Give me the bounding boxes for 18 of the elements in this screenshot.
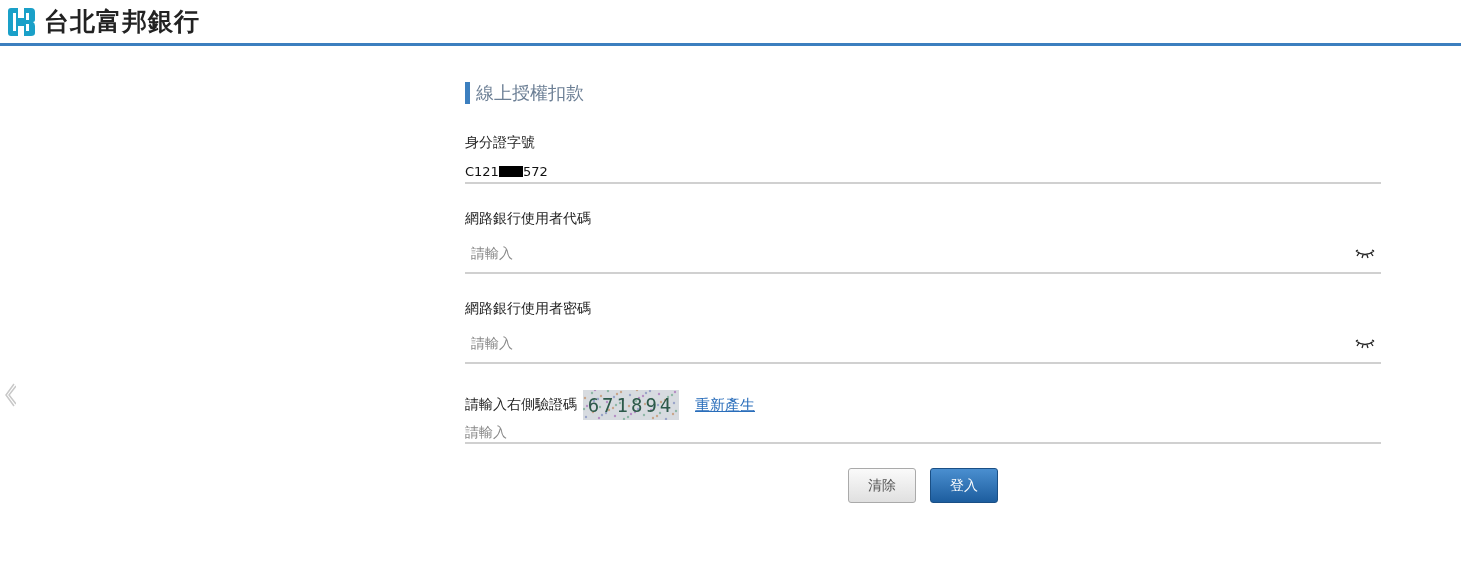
- input-field[interactable]: 請輸入: [465, 236, 1381, 274]
- regenerate-link[interactable]: 重新產生: [695, 395, 755, 415]
- closed-eye-icon[interactable]: [1355, 249, 1375, 259]
- section-title: 線上授權扣款: [465, 82, 1381, 104]
- field-label: 身分證字號: [465, 134, 536, 152]
- field-label: 網路銀行使用者代碼: [465, 210, 592, 228]
- captcha-image: 671894: [583, 390, 679, 420]
- bank-logo-icon: [6, 6, 36, 37]
- redaction-bar: [498, 165, 523, 177]
- clear-button[interactable]: 清除: [848, 468, 916, 503]
- login-button[interactable]: 登入: [930, 468, 998, 503]
- input-field[interactable]: 請輸入: [465, 424, 1381, 444]
- field-label: 請輸入右側驗證碼: [465, 396, 577, 414]
- closed-eye-icon[interactable]: [1355, 339, 1375, 349]
- field-label: 網路銀行使用者密碼: [465, 300, 592, 318]
- bank-name: 台北富邦銀行: [44, 6, 200, 38]
- input-field[interactable]: 請輸入: [465, 326, 1381, 364]
- input-field[interactable]: C121 572: [465, 160, 1381, 184]
